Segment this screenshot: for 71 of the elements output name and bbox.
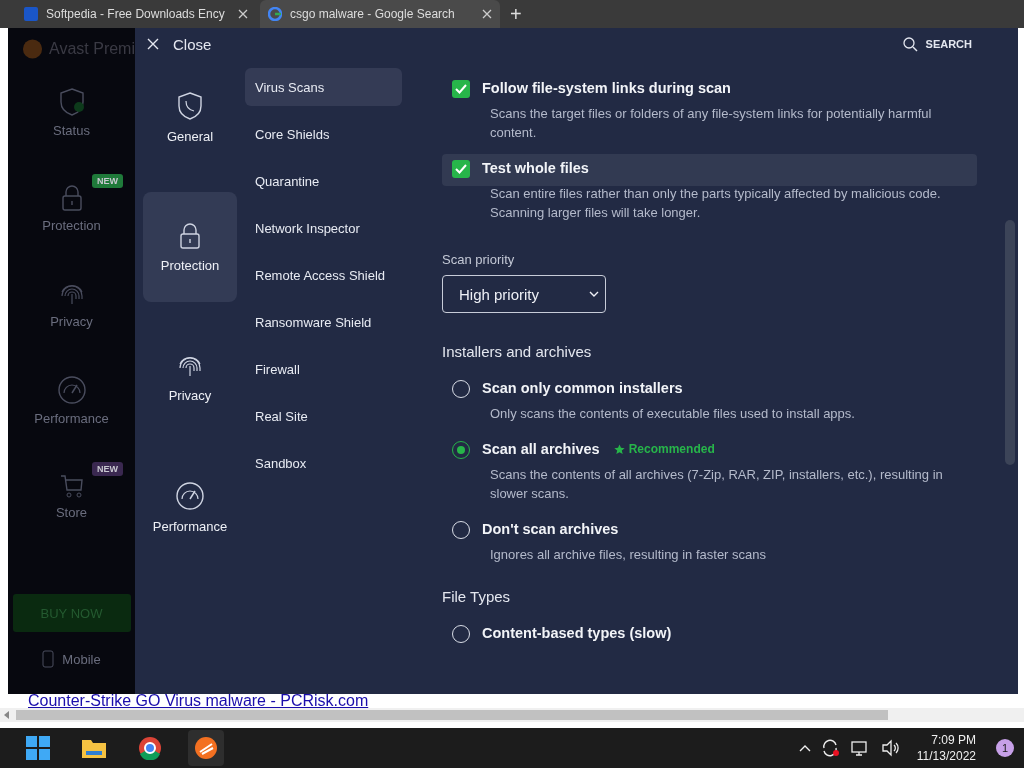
clock-time: 7:09 PM (931, 733, 976, 747)
option-label: Test whole files (482, 160, 589, 176)
category-tab[interactable]: Protection (143, 192, 237, 302)
option-label: Scan only common installers (482, 380, 683, 396)
scrollbar-thumb[interactable] (16, 710, 888, 720)
submenu-item[interactable]: Ransomware Shield (245, 303, 402, 341)
section-heading: File Types (442, 587, 512, 607)
search-button[interactable]: SEARCH (902, 36, 972, 52)
chevron-down-icon (589, 291, 599, 297)
search-result-link[interactable]: Counter-Strike GO Virus malware - PCRisk.com (28, 694, 369, 708)
option-label: Content-based types (slow) (482, 625, 672, 641)
category-tab[interactable]: General (143, 62, 237, 172)
nav-label: Protection (42, 217, 101, 233)
lock-icon (59, 183, 84, 212)
option-description: Ignores all archive files, resulting in faster scans (490, 546, 767, 564)
submenu-item[interactable]: Firewall (245, 350, 402, 388)
nav-label: Performance (34, 410, 109, 426)
priority-dropdown[interactable]: High priority (442, 275, 606, 313)
option-description: Scans the contents of all archives (7-Zip, RAR, ZIP, installers, etc.), resulting in slower scans. (490, 466, 944, 503)
new-badge: NEW (92, 462, 123, 476)
chevron-up-icon[interactable] (798, 744, 811, 752)
nav-label: Status (53, 122, 90, 138)
submenu-item[interactable]: Core Shields (245, 115, 402, 153)
search-icon (902, 36, 918, 52)
scroll-left-icon[interactable] (4, 711, 10, 719)
category-tab[interactable]: Privacy (143, 322, 237, 432)
clock-date: 11/13/2022 (916, 749, 976, 763)
checkbox[interactable] (452, 160, 470, 178)
nav-label: Store (55, 504, 88, 520)
browser-tab[interactable]: Softpedia - Free Downloads Ency (16, 0, 256, 28)
site-icon (268, 7, 282, 21)
lock-icon (178, 221, 202, 250)
logo-icon (22, 38, 44, 60)
section-heading: Installers and archives (442, 342, 593, 362)
sync-icon[interactable] (820, 739, 841, 757)
submenu-item[interactable]: Sandbox (245, 444, 402, 482)
recommended-badge: Recommended (613, 442, 715, 456)
submenu-item[interactable]: Virus Scans (245, 68, 402, 106)
speedometer-icon (175, 480, 205, 511)
option-description: Only scans the contents of executable files used to install apps. (490, 405, 856, 423)
phone-icon (42, 650, 55, 668)
volume-icon[interactable] (880, 739, 901, 757)
mobile-link[interactable]: Mobile (62, 651, 101, 667)
browser-tab[interactable]: csgo malware - Google Search (260, 0, 500, 28)
option-description: Scans the target files or folders of any file-system links for potentially harmful content. (490, 105, 933, 142)
submenu-item[interactable]: Real Site (245, 397, 402, 435)
option-label: Don't scan archives (482, 521, 619, 537)
antivirus-app-icon[interactable] (188, 730, 224, 766)
option-description: Scan entire files rather than only the parts typically affected by malicious code. Scanning larger files will take longer. (490, 185, 942, 222)
new-tab-button[interactable]: + (510, 2, 522, 26)
field-label: Scan priority (442, 251, 516, 267)
shield-icon (177, 90, 203, 121)
nav-label: Privacy (50, 313, 93, 329)
scrollbar-thumb[interactable] (1005, 220, 1015, 465)
site-icon (24, 7, 38, 21)
category-tab[interactable]: Performance (143, 452, 237, 562)
option-label: Follow file-system links during scan (482, 80, 731, 96)
speedometer-icon (56, 374, 87, 405)
submenu-item[interactable]: Remote Access Shield (245, 256, 402, 294)
submenu-item[interactable]: Network Inspector (245, 209, 402, 247)
cart-icon (58, 472, 85, 499)
close-button[interactable]: Close (147, 35, 212, 53)
shield-icon (58, 86, 85, 117)
checkbox[interactable] (452, 80, 470, 98)
close-icon (147, 38, 159, 50)
new-badge: NEW (92, 174, 123, 188)
notification-badge[interactable]: 1 (996, 739, 1014, 757)
close-icon[interactable] (482, 9, 492, 19)
option-label: Scan all archives (482, 441, 600, 457)
close-icon[interactable] (238, 9, 248, 19)
submenu-item[interactable]: Quarantine (245, 162, 402, 200)
